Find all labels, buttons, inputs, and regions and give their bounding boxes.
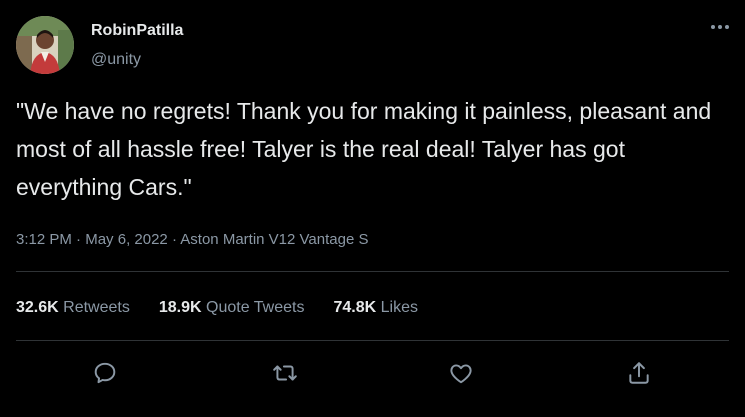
divider <box>16 340 729 341</box>
display-name[interactable]: RobinPatilla <box>91 22 183 40</box>
tweet-card: RobinPatilla @unity "We have no regrets!… <box>0 0 745 417</box>
likes-label: Likes <box>380 299 418 316</box>
share-icon <box>629 362 649 384</box>
like-icon <box>450 364 472 384</box>
like-button[interactable] <box>444 356 478 390</box>
avatar[interactable] <box>16 16 74 74</box>
tweet-date[interactable]: May 6, 2022 <box>85 231 168 248</box>
reply-button[interactable] <box>88 356 122 390</box>
retweets-stat[interactable]: 32.6K Retweets <box>16 299 130 317</box>
tweet-text: "We have no regrets! Thank you for makin… <box>16 98 712 200</box>
meta-separator: · <box>71 231 86 248</box>
retweets-count: 32.6K <box>16 299 59 316</box>
retweet-button[interactable] <box>268 356 302 390</box>
meta-separator: · <box>167 231 181 248</box>
more-icon <box>711 25 729 29</box>
user-handle[interactable]: @unity <box>91 51 141 69</box>
more-options-button[interactable] <box>709 16 731 38</box>
retweets-label: Retweets <box>63 299 130 316</box>
retweet-icon <box>273 365 297 381</box>
reply-icon <box>94 362 116 384</box>
likes-stat[interactable]: 74.8K Likes <box>333 299 418 317</box>
share-button[interactable] <box>622 356 656 390</box>
likes-count: 74.8K <box>333 299 377 316</box>
tweet-time[interactable]: 3:12 PM <box>16 231 72 248</box>
quote-tweets-label: Quote Tweets <box>206 299 305 316</box>
quote-tweets-count: 18.9K <box>158 299 202 316</box>
tweet-meta: 3:12 PM · May 6, 2022 · Aston Martin V12… <box>16 231 368 248</box>
action-bar <box>0 356 745 390</box>
tweet-source[interactable]: Aston Martin V12 Vantage S <box>180 231 368 248</box>
divider <box>16 271 729 272</box>
quote-tweets-stat[interactable]: 18.9K Quote Tweets <box>159 299 305 317</box>
tweet-stats: 32.6K Retweets 18.9K Quote Tweets 74.8K … <box>16 299 447 317</box>
avatar-photo-icon <box>16 16 74 74</box>
